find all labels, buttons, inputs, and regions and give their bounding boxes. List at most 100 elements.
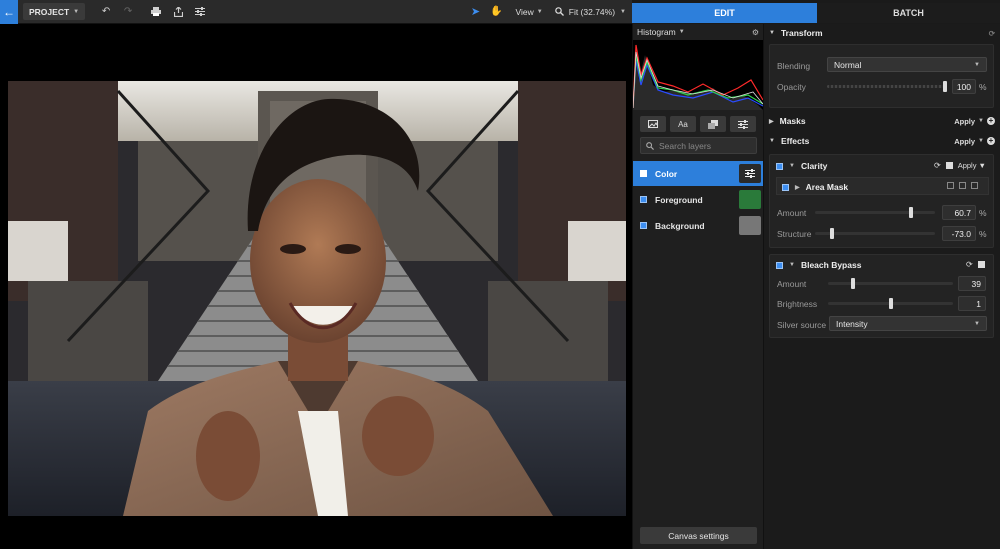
back-button[interactable]: ← [0, 0, 18, 24]
add-text-layer-button[interactable]: Aa [670, 116, 696, 132]
clarity-structure-slider[interactable] [815, 228, 935, 239]
portrait-photo [8, 81, 626, 516]
clarity-structure-knob[interactable] [829, 228, 834, 239]
clarity-amount-label: Amount [777, 208, 807, 218]
silver-source-value: Intensity [836, 318, 868, 329]
layer-name: Background [655, 220, 705, 231]
collapse-triangle-icon: ▼ [789, 163, 795, 169]
view-menu-button[interactable]: View ▼ [508, 7, 551, 17]
hand-icon: ✋ [490, 6, 503, 17]
search-placeholder: Search layers [659, 140, 711, 151]
redo-button[interactable]: ↷ [117, 0, 139, 24]
opacity-unit: % [979, 82, 987, 92]
histogram-header[interactable]: Histogram ▼ ⚙ [632, 24, 764, 40]
cursor-arrow-icon: ➤ [470, 6, 481, 18]
clarity-apply-button[interactable]: Apply ▼ [958, 161, 986, 170]
area-mask-header[interactable]: ▶ Area Mask [782, 182, 848, 192]
pan-tool-button[interactable]: ✋ [486, 0, 508, 24]
clarity-amount-field[interactable]: 60.7 [942, 205, 976, 220]
add-shape-layer-button[interactable] [700, 116, 726, 132]
clarity-enable-checkbox[interactable] [776, 162, 783, 170]
undo-button[interactable]: ↶ [95, 0, 117, 24]
bleach-bypass-header[interactable]: ▼ Bleach Bypass [776, 260, 861, 270]
bleach-amount-knob[interactable] [851, 278, 855, 289]
photo-preview[interactable] [8, 81, 626, 516]
transform-box [769, 44, 994, 108]
transform-section-header[interactable]: ▼ Transform ⟳ [764, 24, 1000, 42]
gear-icon[interactable]: ⚙ [752, 28, 759, 37]
bleach-brightness-knob[interactable] [888, 298, 893, 309]
bleach-brightness-field[interactable]: 1 [958, 296, 986, 311]
histogram-curves [632, 44, 764, 110]
tab-batch[interactable]: BATCH [817, 3, 1000, 23]
effects-section-header[interactable]: ▼ Effects Apply ▼ + [764, 132, 1000, 150]
layer-visibility-checkbox[interactable] [640, 196, 647, 203]
layer-visibility-checkbox[interactable] [640, 222, 647, 229]
clarity-structure-field[interactable]: -73.0 [942, 226, 976, 241]
reset-icon[interactable]: ⟳ [934, 161, 941, 170]
clarity-amount-slider[interactable] [815, 207, 935, 218]
canvas-settings-button[interactable]: Canvas settings [640, 527, 757, 544]
tab-edit[interactable]: EDIT [632, 3, 817, 23]
layer-item-foreground[interactable]: Foreground [633, 187, 763, 212]
clarity-structure-label: Structure [777, 229, 812, 239]
zoom-label: Fit (32.74%) [568, 6, 616, 17]
area-mask-checkbox[interactable] [782, 183, 789, 191]
mask-copy-icon[interactable] [971, 182, 978, 189]
clarity-amount-knob[interactable] [909, 207, 913, 218]
layer-name: Foreground [655, 194, 703, 205]
print-button[interactable] [145, 0, 167, 24]
silver-source-select[interactable]: Intensity ▼ [829, 316, 987, 331]
tab-batch-label: BATCH [893, 8, 924, 18]
area-mask-actions [947, 182, 978, 189]
mask-toggle-icon[interactable] [977, 261, 985, 268]
project-menu-button[interactable]: PROJECT ▼ [23, 3, 86, 20]
search-icon [646, 141, 654, 150]
image-canvas[interactable] [0, 24, 632, 549]
app-window: ← PROJECT ▼ ↶ ↷ ➤ ✋ View ▼ Fit (32.74%) … [0, 0, 1000, 549]
bleach-amount-field[interactable]: 39 [958, 276, 986, 291]
mask-invert-icon[interactable] [947, 182, 954, 189]
search-layers-field[interactable]: Search layers [640, 137, 757, 154]
effects-apply-button[interactable]: Apply ▼ + [954, 137, 995, 146]
opacity-value-field[interactable]: 100 [952, 79, 976, 94]
sliders-icon [195, 7, 206, 16]
mask-toggle-icon[interactable] [945, 162, 953, 169]
bleach-amount-slider[interactable] [828, 278, 953, 289]
blending-select[interactable]: Normal ▼ [827, 57, 987, 72]
adjustments-button[interactable] [189, 0, 211, 24]
caret-down-icon: ▼ [978, 138, 984, 144]
bleach-bypass-enable-checkbox[interactable] [776, 261, 783, 269]
masks-section-header[interactable]: ▶ Masks Apply ▼ + [764, 112, 1000, 130]
layer-item-color[interactable]: Color [633, 161, 763, 186]
masks-apply-button[interactable]: Apply ▼ + [954, 117, 995, 126]
area-mask-label: Area Mask [805, 182, 849, 192]
project-label: PROJECT [29, 6, 70, 17]
select-tool-button[interactable]: ➤ [466, 0, 486, 24]
layer-item-background[interactable]: Background [633, 213, 763, 238]
layer-thumbnail [739, 216, 761, 235]
magnifier-icon [554, 7, 564, 16]
reset-icon[interactable]: ⟳ [966, 260, 973, 269]
zoom-menu-button[interactable]: Fit (32.74%) ▼ [551, 7, 632, 17]
add-effect-icon[interactable]: + [987, 137, 995, 145]
opacity-slider[interactable] [827, 81, 947, 92]
undo-icon: ↶ [101, 6, 111, 17]
clarity-header[interactable]: ▼ Clarity [776, 161, 827, 171]
bleach-brightness-slider[interactable] [828, 298, 953, 309]
mask-view-icon[interactable] [959, 182, 966, 189]
opacity-slider-knob[interactable] [943, 81, 947, 92]
share-icon [173, 6, 183, 17]
reset-icon[interactable]: ⟳ [989, 29, 995, 38]
view-label: View [515, 6, 534, 17]
export-button[interactable] [167, 0, 189, 24]
add-adjustment-layer-button[interactable] [730, 116, 756, 132]
layer-visibility-checkbox[interactable] [640, 170, 647, 177]
caret-down-icon: ▼ [536, 8, 543, 15]
add-image-layer-button[interactable] [640, 116, 666, 132]
print-icon [151, 7, 162, 16]
layer-thumbnail [739, 190, 761, 209]
caret-down-icon: ▼ [620, 8, 626, 15]
collapse-triangle-icon: ▼ [769, 30, 775, 36]
add-mask-icon[interactable]: + [987, 117, 995, 125]
